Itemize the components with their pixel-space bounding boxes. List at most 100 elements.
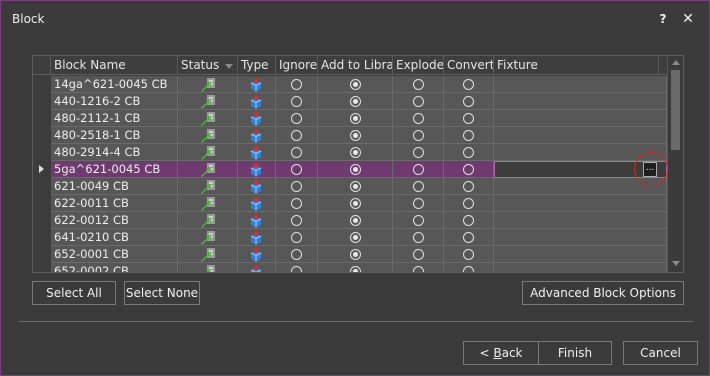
fixture-cell[interactable] (494, 76, 667, 93)
add-to-library-radio[interactable] (350, 164, 361, 175)
add-to-library-cell[interactable] (318, 161, 393, 178)
table-row[interactable]: 480-2112-1 CB (33, 110, 667, 127)
ignore-radio[interactable] (291, 181, 302, 192)
help-button[interactable]: ? (657, 10, 669, 28)
explode-radio[interactable] (413, 181, 424, 192)
explode-radio[interactable] (413, 113, 424, 124)
header-block-name[interactable]: Block Name (51, 56, 178, 75)
table-row[interactable]: 652-0002 CB (33, 263, 667, 272)
explode-cell[interactable] (393, 195, 444, 212)
explode-cell[interactable] (393, 127, 444, 144)
ignore-radio[interactable] (291, 198, 302, 209)
add-to-library-cell[interactable] (318, 195, 393, 212)
add-to-library-cell[interactable] (318, 212, 393, 229)
add-to-library-radio[interactable] (350, 249, 361, 260)
header-ignore[interactable]: Ignore (276, 56, 318, 75)
ignore-radio[interactable] (291, 232, 302, 243)
ignore-cell[interactable] (276, 212, 318, 229)
explode-radio[interactable] (413, 266, 424, 272)
convert-radio[interactable] (463, 113, 474, 124)
ignore-radio[interactable] (291, 266, 302, 272)
table-row[interactable]: 480-2914-4 CB (33, 144, 667, 161)
ignore-cell[interactable] (276, 178, 318, 195)
convert-cell[interactable] (444, 246, 494, 263)
ignore-cell[interactable] (276, 93, 318, 110)
table-row[interactable]: 440-1216-2 CB (33, 93, 667, 110)
explode-radio[interactable] (413, 232, 424, 243)
fixture-cell[interactable] (494, 93, 667, 110)
convert-cell[interactable] (444, 263, 494, 272)
explode-radio[interactable] (413, 198, 424, 209)
convert-cell[interactable] (444, 76, 494, 93)
add-to-library-radio[interactable] (350, 198, 361, 209)
convert-cell[interactable] (444, 178, 494, 195)
fixture-cell[interactable] (494, 263, 667, 272)
row-selector[interactable] (33, 263, 51, 272)
add-to-library-radio[interactable] (350, 130, 361, 141)
header-add-to-library[interactable]: Add to Library (318, 56, 393, 75)
ignore-radio[interactable] (291, 113, 302, 124)
row-selector[interactable] (33, 127, 51, 144)
fixture-cell[interactable] (494, 127, 667, 144)
fixture-cell[interactable] (494, 246, 667, 263)
fixture-cell[interactable] (494, 110, 667, 127)
add-to-library-cell[interactable] (318, 127, 393, 144)
add-to-library-radio[interactable] (350, 96, 361, 107)
fixture-cell[interactable] (494, 195, 667, 212)
ignore-cell[interactable] (276, 127, 318, 144)
row-selector[interactable] (33, 93, 51, 110)
explode-radio[interactable] (413, 147, 424, 158)
row-selector[interactable] (33, 229, 51, 246)
convert-cell[interactable] (444, 161, 494, 178)
convert-radio[interactable] (463, 96, 474, 107)
scroll-up-icon[interactable] (672, 60, 680, 65)
explode-cell[interactable] (393, 93, 444, 110)
ignore-cell[interactable] (276, 195, 318, 212)
explode-cell[interactable] (393, 212, 444, 229)
table-row[interactable]: 5ga^621-0045 CB (33, 161, 667, 178)
add-to-library-radio[interactable] (350, 266, 361, 272)
ignore-cell[interactable] (276, 263, 318, 272)
header-convert[interactable]: Convert (444, 56, 494, 75)
add-to-library-cell[interactable] (318, 93, 393, 110)
table-row[interactable]: 652-0001 CB (33, 246, 667, 263)
ignore-cell[interactable] (276, 161, 318, 178)
convert-cell[interactable] (444, 93, 494, 110)
close-button[interactable]: ✕ (681, 10, 695, 28)
convert-radio[interactable] (463, 232, 474, 243)
row-selector[interactable] (33, 195, 51, 212)
fixture-cell[interactable] (494, 212, 667, 229)
explode-cell[interactable] (393, 229, 444, 246)
ignore-cell[interactable] (276, 76, 318, 93)
add-to-library-radio[interactable] (350, 215, 361, 226)
ignore-cell[interactable] (276, 246, 318, 263)
convert-radio[interactable] (463, 215, 474, 226)
explode-radio[interactable] (413, 96, 424, 107)
table-row[interactable]: 621-0049 CB (33, 178, 667, 195)
add-to-library-radio[interactable] (350, 232, 361, 243)
add-to-library-cell[interactable] (318, 178, 393, 195)
add-to-library-cell[interactable] (318, 263, 393, 272)
table-row[interactable]: 14ga^621-0045 CB (33, 76, 667, 93)
row-selector[interactable] (33, 110, 51, 127)
add-to-library-radio[interactable] (350, 147, 361, 158)
convert-radio[interactable] (463, 130, 474, 141)
convert-cell[interactable] (444, 195, 494, 212)
convert-radio[interactable] (463, 79, 474, 90)
select-all-button[interactable]: Select All (32, 281, 116, 305)
convert-radio[interactable] (463, 147, 474, 158)
convert-radio[interactable] (463, 249, 474, 260)
finish-button[interactable]: Finish (538, 341, 612, 365)
explode-cell[interactable] (393, 246, 444, 263)
explode-radio[interactable] (413, 249, 424, 260)
convert-cell[interactable] (444, 127, 494, 144)
explode-cell[interactable] (393, 144, 444, 161)
header-status[interactable]: Status (178, 56, 238, 75)
add-to-library-cell[interactable] (318, 144, 393, 161)
convert-radio[interactable] (463, 198, 474, 209)
cancel-button[interactable]: Cancel (623, 341, 698, 365)
scroll-down-icon[interactable] (672, 261, 680, 266)
explode-radio[interactable] (413, 164, 424, 175)
explode-cell[interactable] (393, 76, 444, 93)
convert-cell[interactable] (444, 144, 494, 161)
